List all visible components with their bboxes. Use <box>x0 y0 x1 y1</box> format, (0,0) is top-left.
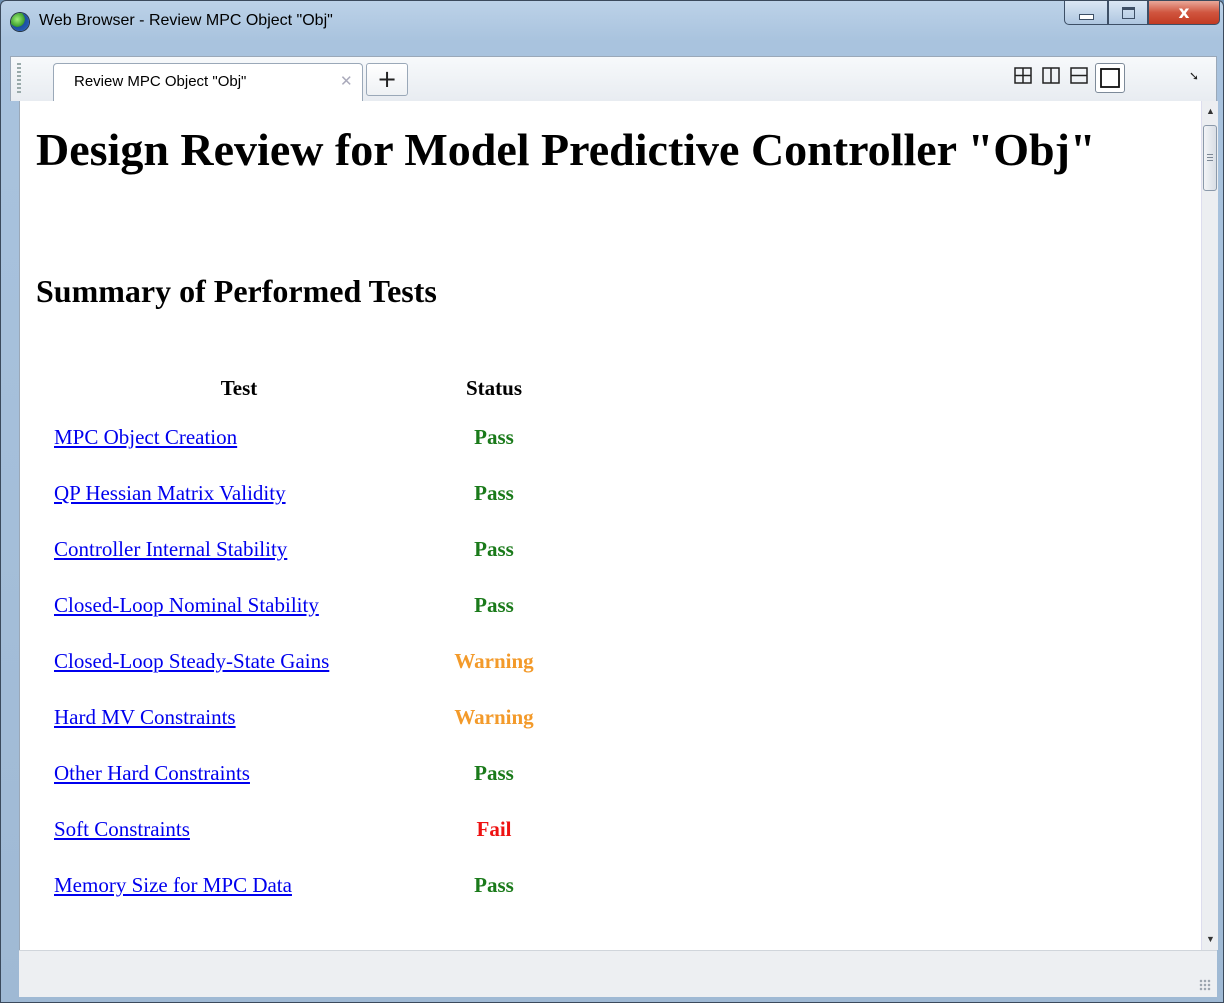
thumb-grip-icon <box>1207 154 1213 162</box>
page-content: Design Review for Model Predictive Contr… <box>19 101 1218 950</box>
globe-icon <box>11 13 29 31</box>
table-row: Hard MV Constraints Warning <box>34 689 554 745</box>
table-row: Memory Size for MPC Data Pass <box>34 857 554 913</box>
status-badge: Pass <box>474 592 514 617</box>
title-bar[interactable]: Web Browser - Review MPC Object "Obj" x <box>1 1 1223 45</box>
test-link-controller-internal-stability[interactable]: Controller Internal Stability <box>54 537 287 561</box>
split-vertical-icon[interactable] <box>1041 65 1065 89</box>
test-link-mpc-object-creation[interactable]: MPC Object Creation <box>54 425 237 449</box>
undock-arrow-icon[interactable]: ➘ <box>1189 69 1199 83</box>
browser-window: Web Browser - Review MPC Object "Obj" x … <box>0 0 1224 1003</box>
scroll-down-arrow-icon[interactable]: ▼ <box>1202 931 1218 947</box>
tests-table: Test Status MPC Object Creation Pass QP … <box>34 367 554 913</box>
test-link-closed-loop-steady-state-gains[interactable]: Closed-Loop Steady-State Gains <box>54 649 329 673</box>
window-title: Web Browser - Review MPC Object "Obj" <box>39 12 333 29</box>
split-horizontal-icon[interactable] <box>1069 65 1093 89</box>
tab-review-mpc-object[interactable]: Review MPC Object "Obj" ✕ <box>53 63 363 102</box>
vertical-scrollbar[interactable]: ▲ ▼ <box>1201 101 1218 950</box>
scroll-up-arrow-icon[interactable]: ▲ <box>1202 103 1218 119</box>
table-row: Other Hard Constraints Pass <box>34 745 554 801</box>
status-badge: Warning <box>454 648 534 673</box>
maximize-button[interactable] <box>1108 1 1148 25</box>
test-link-soft-constraints[interactable]: Soft Constraints <box>54 817 190 841</box>
status-badge: Pass <box>474 424 514 449</box>
test-link-other-hard-constraints[interactable]: Other Hard Constraints <box>54 761 250 785</box>
maximize-icon <box>1121 6 1135 19</box>
table-row: Closed-Loop Steady-State Gains Warning <box>34 633 554 689</box>
table-row: Controller Internal Stability Pass <box>34 521 554 577</box>
tab-label: Review MPC Object "Obj" <box>74 73 247 90</box>
page-title: Design Review for Model Predictive Contr… <box>36 124 1096 175</box>
test-link-hard-mv-constraints[interactable]: Hard MV Constraints <box>54 705 236 729</box>
single-pane-icon[interactable] <box>1095 63 1125 93</box>
column-header-test: Test <box>220 375 258 400</box>
column-header-status: Status <box>465 375 523 400</box>
test-link-memory-size-for-mpc-data[interactable]: Memory Size for MPC Data <box>54 873 292 897</box>
grid-2x2-icon[interactable] <box>1013 65 1037 89</box>
close-button[interactable]: x <box>1148 1 1220 25</box>
scrollbar-thumb[interactable] <box>1203 125 1217 191</box>
toolbar-grip[interactable] <box>17 63 21 95</box>
tab-close-icon[interactable]: ✕ <box>340 72 353 90</box>
status-bar <box>19 950 1217 997</box>
status-badge: Warning <box>454 704 534 729</box>
status-badge: Pass <box>474 872 514 897</box>
status-badge: Pass <box>474 480 514 505</box>
test-link-closed-loop-nominal-stability[interactable]: Closed-Loop Nominal Stability <box>54 593 319 617</box>
status-badge: Pass <box>474 760 514 785</box>
summary-heading: Summary of Performed Tests <box>36 273 437 309</box>
status-badge: Fail <box>476 816 512 841</box>
new-tab-button[interactable]: + <box>366 63 408 96</box>
table-row: Soft Constraints Fail <box>34 801 554 857</box>
status-badge: Pass <box>474 536 514 561</box>
table-row: MPC Object Creation Pass <box>34 409 554 465</box>
test-link-qp-hessian-matrix-validity[interactable]: QP Hessian Matrix Validity <box>54 481 286 505</box>
table-row: Closed-Loop Nominal Stability Pass <box>34 577 554 633</box>
close-icon: x <box>1178 2 1190 23</box>
minimize-icon <box>1078 13 1094 20</box>
tab-strip: Review MPC Object "Obj" ✕ + ➘ <box>10 56 1217 102</box>
table-row: QP Hessian Matrix Validity Pass <box>34 465 554 521</box>
resize-grip-icon[interactable] <box>1199 979 1211 991</box>
minimize-button[interactable] <box>1064 1 1108 25</box>
table-header-row: Test Status <box>34 367 554 409</box>
